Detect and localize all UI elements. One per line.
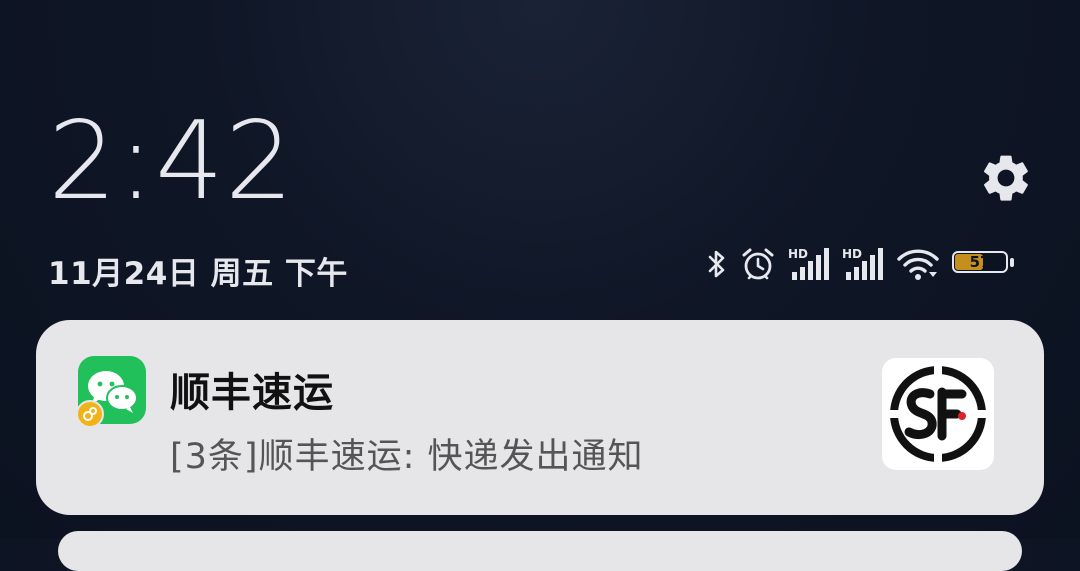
alarm-icon [740,247,776,281]
hd-signal-icon: HD [788,246,830,282]
app-badge-icon [76,400,104,428]
clock-time: 2:42 [48,99,295,224]
notification-body: [3条]顺丰速运: 快递发出通知 [170,437,644,477]
notification-card[interactable]: 顺丰速运 [3条]顺丰速运: 快递发出通知 [36,320,1044,515]
notification-card-next[interactable] [58,531,1022,571]
gear-icon[interactable] [978,150,1034,206]
notification-title: 顺丰速运 [170,370,334,416]
battery-icon: 57 [952,251,1014,277]
battery-nub [1010,258,1014,267]
hd-signal-icon: HD [842,246,884,282]
wifi-icon [896,247,940,281]
hd-label: HD [842,247,862,261]
bluetooth-icon [706,248,728,280]
hd-label: HD [788,247,808,261]
clock-date: 11月24日 周五 下午 [48,256,348,292]
status-bar: HD HD 57 [706,242,1014,286]
battery-level: 57 [969,253,991,271]
sf-express-logo [882,358,994,470]
